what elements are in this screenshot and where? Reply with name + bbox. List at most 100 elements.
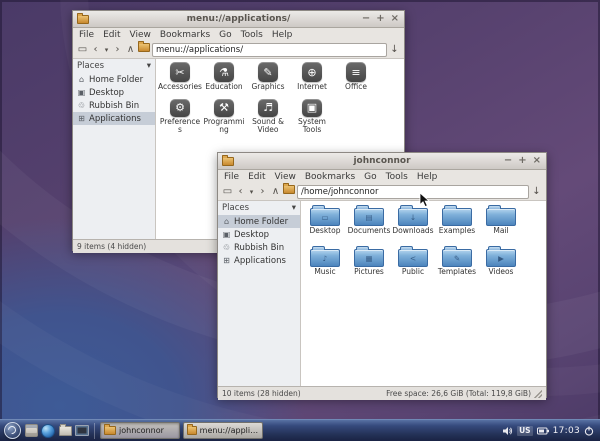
folder-downloads[interactable]: ↓ Downloads <box>391 203 435 244</box>
sidebar-item-label: Home Folder <box>234 216 289 227</box>
app-category-office[interactable]: ≡ Office <box>334 61 378 98</box>
app-category-programming[interactable]: ⚒ Programming <box>202 98 246 135</box>
folder-pictures[interactable]: ▦ Pictures <box>347 244 391 285</box>
folder-desktop[interactable]: ▭ Desktop <box>303 203 347 244</box>
sidebar-item-desktop[interactable]: ▣ Desktop <box>218 228 300 241</box>
home-folder-icon: ⌂ <box>223 217 230 226</box>
maximize-button[interactable]: + <box>376 12 384 26</box>
folder-public[interactable]: < Public <box>391 244 435 285</box>
back-button[interactable]: ‹ <box>235 185 246 199</box>
address-bar[interactable] <box>152 43 387 57</box>
menu-tools[interactable]: Tools <box>241 30 263 40</box>
minimize-button[interactable]: − <box>504 154 512 168</box>
folder-templates[interactable]: ✎ Templates <box>435 244 479 285</box>
app-category-internet[interactable]: ⊕ Internet <box>290 61 334 98</box>
menu-help[interactable]: Help <box>272 30 293 40</box>
window-title: menu://applications/ <box>186 14 291 24</box>
up-button[interactable]: ∧ <box>125 43 136 57</box>
public-folder-icon: < <box>398 246 428 267</box>
launcher-file-manager[interactable] <box>24 424 38 438</box>
folder-emblem: ▦ <box>365 253 373 263</box>
examples-folder-icon <box>442 205 472 226</box>
sidebar-item-applications[interactable]: ⊞ Applications <box>218 254 300 267</box>
taskbar-window-button[interactable]: johnconnor <box>100 422 180 439</box>
folder-videos[interactable]: ▶ Videos <box>479 244 523 285</box>
close-button[interactable]: × <box>391 12 399 26</box>
sidebar-item-home-folder[interactable]: ⌂ Home Folder <box>218 215 300 228</box>
keyboard-layout-indicator[interactable]: US <box>517 425 533 436</box>
menu-go[interactable]: Go <box>364 172 376 182</box>
new-tab-button[interactable]: ▭ <box>77 43 88 57</box>
icon-label: Accessories <box>158 82 202 91</box>
jump-to-button[interactable]: ↓ <box>531 185 542 199</box>
folder-music[interactable]: ♪ Music <box>303 244 347 285</box>
back-history-dropdown[interactable]: ▾ <box>103 43 110 57</box>
close-button[interactable]: × <box>533 154 541 168</box>
documents-folder-icon: ▤ <box>354 205 384 226</box>
downloads-folder-icon: ↓ <box>398 205 428 226</box>
task-folder-icon <box>187 424 197 435</box>
sidebar-item-home-folder[interactable]: ⌂ Home Folder <box>73 73 155 86</box>
sidebar-item-rubbish-bin[interactable]: ♲ Rubbish Bin <box>73 99 155 112</box>
music-folder-icon: ♪ <box>310 246 340 267</box>
places-dropdown-icon[interactable]: ▾ <box>147 61 151 71</box>
forward-button[interactable]: › <box>257 185 268 199</box>
menu-edit[interactable]: Edit <box>103 30 120 40</box>
desktop-pager[interactable] <box>75 424 89 438</box>
app-category-accessories[interactable]: ✂ Accessories <box>158 61 202 98</box>
taskbar: johnconnor menu://applicatio... US 17:03 <box>0 419 600 441</box>
sidebar-item-applications[interactable]: ⊞ Applications <box>73 112 155 125</box>
app-category-graphics[interactable]: ✎ Graphics <box>246 61 290 98</box>
launcher-web-browser[interactable] <box>41 423 55 438</box>
taskbar-divider <box>94 422 95 439</box>
app-category-sound-video[interactable]: ♬ Sound & Video <box>246 98 290 135</box>
minimize-button[interactable]: − <box>362 12 370 26</box>
up-button[interactable]: ∧ <box>270 185 281 199</box>
sidebar-item-desktop[interactable]: ▣ Desktop <box>73 86 155 99</box>
menu-file[interactable]: File <box>224 172 239 182</box>
titlebar[interactable]: johnconnor − + × <box>218 153 546 170</box>
launcher-folder[interactable] <box>58 423 72 438</box>
folder-examples[interactable]: Examples <box>435 203 479 244</box>
app-category-system-tools[interactable]: ▣ System Tools <box>290 98 334 135</box>
maximize-button[interactable]: + <box>518 154 526 168</box>
window-folder-icon <box>77 12 89 24</box>
sidebar-item-label: Rubbish Bin <box>89 100 140 111</box>
menu-go[interactable]: Go <box>219 30 231 40</box>
titlebar[interactable]: menu://applications/ − + × <box>73 11 404 28</box>
app-category-education[interactable]: ⚗ Education <box>202 61 246 98</box>
places-dropdown-icon[interactable]: ▾ <box>292 203 296 213</box>
address-bar[interactable] <box>297 185 529 199</box>
jump-to-button[interactable]: ↓ <box>389 43 400 57</box>
volume-icon[interactable] <box>503 426 513 436</box>
icon-label: Templates <box>437 267 477 276</box>
folder-documents[interactable]: ▤ Documents <box>347 203 391 244</box>
folder-emblem: ▤ <box>365 212 373 222</box>
menu-bookmarks[interactable]: Bookmarks <box>305 172 355 182</box>
start-menu-button[interactable] <box>4 422 21 439</box>
app-category-preferences[interactable]: ⚙ Preferences <box>158 98 202 135</box>
templates-folder-icon: ✎ <box>442 246 472 267</box>
sidebar-item-rubbish-bin[interactable]: ♲ Rubbish Bin <box>218 241 300 254</box>
menu-edit[interactable]: Edit <box>248 172 265 182</box>
icon-label: Pictures <box>354 267 384 276</box>
battery-icon[interactable] <box>536 427 549 435</box>
folder-mail[interactable]: Mail <box>479 203 523 244</box>
new-tab-button[interactable]: ▭ <box>222 185 233 199</box>
menu-bookmarks[interactable]: Bookmarks <box>160 30 210 40</box>
clock[interactable]: 17:03 <box>553 426 580 436</box>
back-button[interactable]: ‹ <box>90 43 101 57</box>
back-history-dropdown[interactable]: ▾ <box>248 185 255 199</box>
forward-button[interactable]: › <box>112 43 123 57</box>
power-icon[interactable] <box>584 426 594 436</box>
menu-view[interactable]: View <box>130 30 151 40</box>
monitor-icon <box>75 425 89 436</box>
menu-help[interactable]: Help <box>417 172 438 182</box>
home-button[interactable] <box>138 41 150 57</box>
menu-file[interactable]: File <box>79 30 94 40</box>
home-button[interactable] <box>283 183 295 199</box>
resize-grip[interactable] <box>534 389 542 398</box>
taskbar-window-button[interactable]: menu://applicatio... <box>183 422 263 439</box>
menu-tools[interactable]: Tools <box>386 172 408 182</box>
menu-view[interactable]: View <box>275 172 296 182</box>
